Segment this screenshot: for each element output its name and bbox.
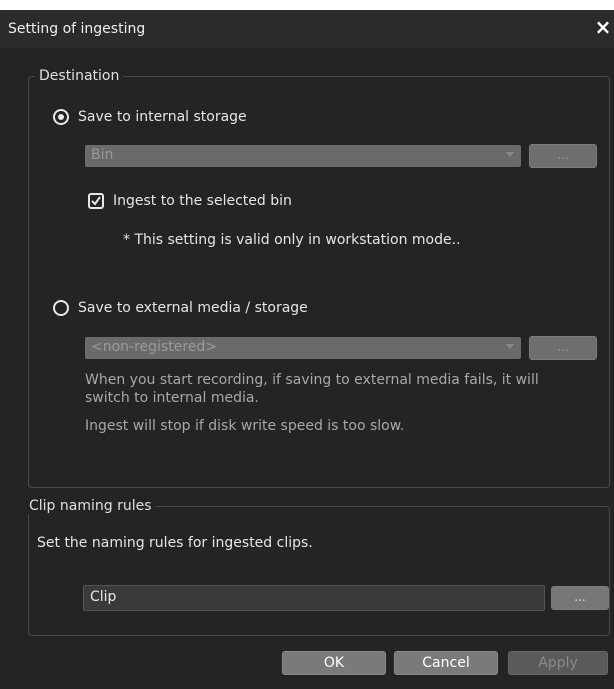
chevron-down-icon <box>506 152 514 157</box>
close-icon[interactable]: × <box>594 16 612 38</box>
external-storage-label[interactable]: Save to external media / storage <box>78 299 308 317</box>
destination-legend: Destination <box>35 67 124 85</box>
destination-group: Destination Save to internal storage Bin… <box>28 67 610 488</box>
cancel-button[interactable]: Cancel <box>394 651 498 675</box>
bin-browse-button[interactable]: ... <box>529 144 597 168</box>
external-browse-button[interactable]: ... <box>529 336 597 360</box>
external-media-select[interactable]: <non-registered> <box>85 337 521 359</box>
ingest-selected-bin-label[interactable]: Ingest to the selected bin <box>113 192 292 210</box>
external-media-select-value: <non-registered> <box>91 339 218 355</box>
clip-naming-group: Clip naming rules Set the naming rules f… <box>25 497 610 636</box>
workstation-mode-note: * This setting is valid only in workstat… <box>123 232 461 248</box>
dialog-title: Setting of ingesting <box>8 21 146 37</box>
chevron-down-icon <box>506 344 514 349</box>
bin-select[interactable]: Bin <box>85 145 521 167</box>
radio-selected-dot <box>58 114 64 120</box>
bin-select-value: Bin <box>91 147 114 163</box>
checkmark-icon <box>91 196 101 206</box>
external-info-line1: When you start recording, if saving to e… <box>85 372 539 388</box>
external-info-line2: switch to internal media. <box>85 390 259 406</box>
clip-naming-browse-button[interactable]: ... <box>551 586 609 610</box>
external-info-line3: Ingest will stop if disk write speed is … <box>85 418 405 434</box>
ok-button[interactable]: OK <box>282 651 386 675</box>
title-bar[interactable]: Setting of ingesting × <box>0 10 614 48</box>
internal-storage-radio[interactable] <box>53 109 69 125</box>
apply-button[interactable]: Apply <box>508 651 608 675</box>
ingest-selected-bin-checkbox[interactable] <box>88 193 104 209</box>
internal-storage-label[interactable]: Save to internal storage <box>78 108 247 126</box>
clip-naming-description: Set the naming rules for ingested clips. <box>37 535 313 551</box>
clip-name-input-value: Clip <box>90 589 117 605</box>
clip-naming-legend: Clip naming rules <box>25 497 156 515</box>
clip-name-input[interactable]: Clip <box>83 585 545 611</box>
ingest-settings-dialog: Setting of ingesting × Destination Save … <box>0 10 614 689</box>
external-storage-radio[interactable] <box>53 300 69 316</box>
